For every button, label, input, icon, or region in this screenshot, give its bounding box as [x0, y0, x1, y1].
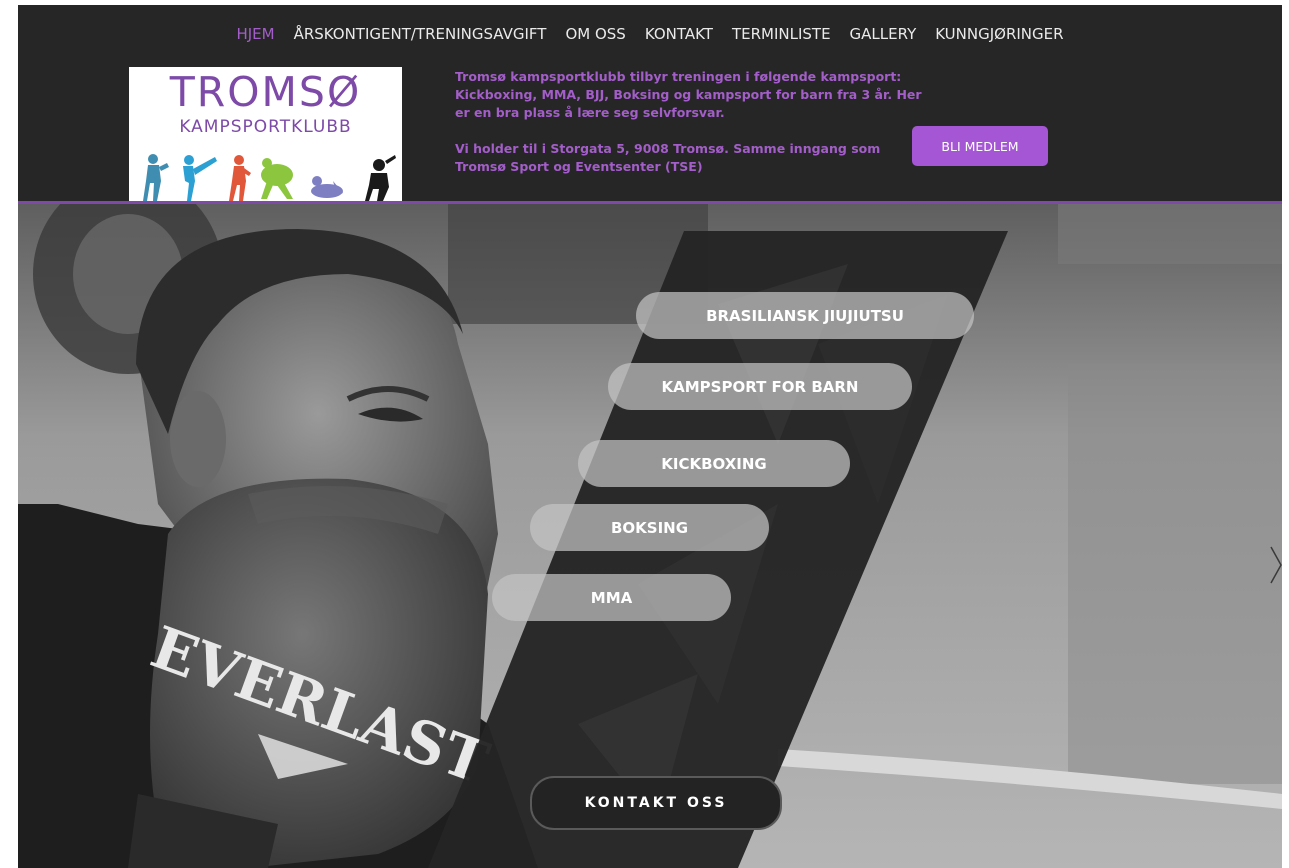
hero-slideshow: EVERLAST BRASILIANSK JIUJIUTSU KAMPSPORT…	[18, 204, 1282, 868]
chevron-right-icon[interactable]	[1269, 545, 1282, 585]
sport-button-kickboxing[interactable]: KICKBOXING	[578, 440, 850, 487]
fighters-silhouettes-icon	[143, 154, 396, 201]
nav-item-terminliste[interactable]: TERMINLISTE	[732, 23, 831, 45]
contact-us-button[interactable]: KONTAKT OSS	[530, 776, 782, 830]
logo-title: TROMSØ	[169, 68, 362, 116]
site: HJEM ÅRSKONTIGENT/TRENINGSAVGIFT OM OSS …	[18, 5, 1282, 868]
main-nav: HJEM ÅRSKONTIGENT/TRENINGSAVGIFT OM OSS …	[18, 23, 1282, 45]
nav-item-gallery[interactable]: GALLERY	[850, 23, 917, 45]
sport-button-mma[interactable]: MMA	[492, 574, 731, 621]
intro-paragraph-2: Vi holder til i Storgata 5, 9008 Tromsø.…	[455, 141, 881, 174]
intro-paragraph-1: Tromsø kampsportklubb tilbyr treningen i…	[455, 69, 922, 120]
nav-item-kunngjoringer[interactable]: KUNNGJØRINGER	[935, 23, 1063, 45]
logo-subtitle: KAMPSPORTKLUBB	[179, 117, 352, 137]
nav-item-om-oss[interactable]: OM OSS	[565, 23, 625, 45]
nav-item-arskontigent[interactable]: ÅRSKONTIGENT/TRENINGSAVGIFT	[294, 23, 547, 45]
club-logo[interactable]: TROMSØ KAMPSPORTKLUBB	[129, 67, 402, 201]
sport-button-barn[interactable]: KAMPSPORT FOR BARN	[608, 363, 912, 410]
sport-button-boksing[interactable]: BOKSING	[530, 504, 769, 551]
intro-text: Tromsø kampsportklubb tilbyr treningen i…	[455, 68, 925, 176]
join-button[interactable]: BLI MEDLEM	[912, 126, 1048, 166]
nav-item-kontakt[interactable]: KONTAKT	[645, 23, 713, 45]
sport-button-bjj[interactable]: BRASILIANSK JIUJIUTSU	[636, 292, 974, 339]
site-header: HJEM ÅRSKONTIGENT/TRENINGSAVGIFT OM OSS …	[18, 5, 1282, 201]
nav-item-hjem[interactable]: HJEM	[236, 23, 274, 45]
